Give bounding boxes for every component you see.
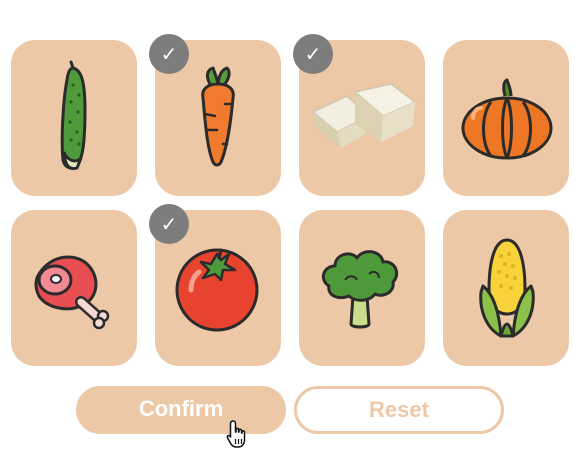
card-cucumber[interactable] [11,40,137,196]
selected-check-icon: ✓ [149,34,189,74]
card-tomato[interactable]: ✓ [149,204,281,366]
card-ham[interactable] [11,210,137,366]
ham-icon [34,255,110,330]
cucumber-icon [60,60,87,171]
card-corn[interactable] [443,210,569,366]
card-pumpkin[interactable] [443,40,569,196]
broccoli-icon [321,250,399,329]
card-broccoli[interactable] [299,210,425,366]
selected-check-icon: ✓ [293,34,333,74]
card-tofu[interactable]: ✓ [293,34,425,196]
card-carrot[interactable]: ✓ [149,34,281,196]
selected-check-icon: ✓ [149,204,189,244]
corn-icon [479,238,535,338]
reset-button[interactable]: Reset [294,386,504,434]
confirm-button[interactable]: Confirm [76,386,286,434]
pumpkin-icon [461,78,553,160]
hand-pointer-icon [226,420,246,448]
